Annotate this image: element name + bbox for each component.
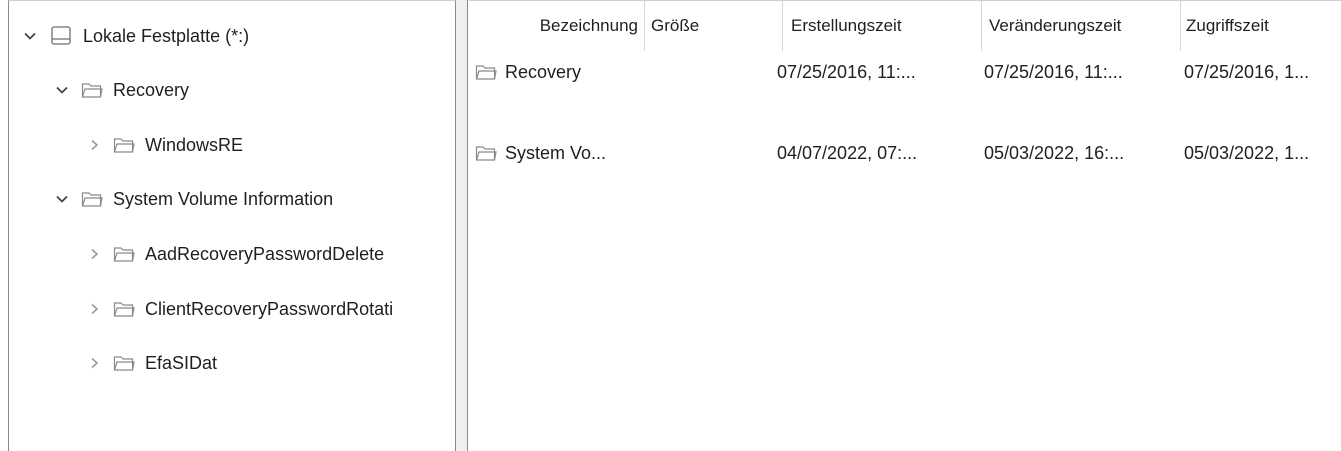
list-cell-modified: 05/03/2022, 16:... [984, 142, 1125, 163]
tree-item-system-volume-information[interactable]: System Volume Information [51, 181, 333, 217]
tree-item-label: WindowsRE [145, 134, 244, 155]
list-cell-accessed: 05/03/2022, 1... [1184, 142, 1310, 163]
tree-item-windowsre[interactable]: WindowsRE [83, 127, 243, 163]
tree-item-efasidat[interactable]: EfaSIDat [83, 345, 217, 381]
list-cell-name: System Vo... [475, 135, 645, 171]
list-cell-size [651, 135, 783, 171]
chevron-right-icon[interactable] [83, 243, 105, 265]
folder-icon [113, 136, 135, 154]
tree-item-clientrecoverypasswordrotation[interactable]: ClientRecoveryPasswordRotati [83, 291, 393, 327]
column-header-label: Bezeichnung [539, 16, 638, 35]
tree-item-label: Lokale Festplatte (*:) [83, 25, 250, 46]
list-item-name: System Vo... [505, 142, 607, 163]
folder-tree-pane[interactable]: Lokale Festplatte (*:) Recovery WindowsR… [8, 0, 456, 451]
tree-item-aadrecoverypassworddelete[interactable]: AadRecoveryPasswordDelete [83, 236, 384, 272]
folder-icon [113, 300, 135, 318]
list-cell-modified: 07/25/2016, 11:... [984, 61, 1123, 82]
folder-icon [113, 354, 135, 372]
column-header-label: Größe [651, 16, 700, 35]
list-cell-created: 04/07/2022, 07:... [777, 142, 918, 163]
chevron-down-icon[interactable] [19, 25, 41, 47]
list-cell-name: Recovery [475, 54, 645, 90]
list-cell-created: 07/25/2016, 11:... [777, 61, 916, 82]
chevron-down-icon[interactable] [51, 188, 73, 210]
folder-icon [81, 190, 103, 208]
chevron-right-icon[interactable] [83, 352, 105, 374]
list-cell-accessed: 07/25/2016, 1... [1184, 61, 1310, 82]
column-header-label: Erstellungszeit [791, 16, 902, 35]
column-header-accessed[interactable]: Zugriffszeit [1181, 1, 1341, 51]
folder-icon [475, 63, 497, 81]
chevron-right-icon[interactable] [83, 134, 105, 156]
folder-icon [475, 144, 497, 162]
list-cell-size [651, 54, 783, 90]
column-header-size[interactable]: Größe [645, 1, 783, 51]
column-header-row: Bezeichnung Größe Erstellungszeit Veränd… [469, 1, 1341, 51]
tree-item-recovery[interactable]: Recovery [51, 72, 189, 108]
tree-item-label: System Volume Information [113, 188, 334, 209]
list-item-name: Recovery [505, 61, 582, 82]
folder-icon [81, 81, 103, 99]
tree-item-label: EfaSIDat [145, 352, 218, 373]
pane-splitter[interactable] [456, 0, 468, 451]
column-header-label: Zugriffszeit [1186, 16, 1269, 35]
folder-icon [113, 245, 135, 263]
file-list-pane[interactable]: Bezeichnung Größe Erstellungszeit Veränd… [469, 0, 1341, 451]
file-browser-window: Lokale Festplatte (*:) Recovery WindowsR… [0, 0, 1341, 451]
tree-item-local-disk[interactable]: Lokale Festplatte (*:) [19, 18, 249, 54]
column-header-created[interactable]: Erstellungszeit [783, 1, 982, 51]
tree-item-label: Recovery [113, 79, 190, 100]
tree-item-label: AadRecoveryPasswordDelete [145, 243, 385, 264]
column-header-modified[interactable]: Veränderungszeit [982, 1, 1181, 51]
chevron-right-icon[interactable] [83, 298, 105, 320]
list-row[interactable]: Recovery 07/25/2016, 11:... 07/25/2016, … [469, 54, 1341, 90]
column-header-label: Veränderungszeit [989, 16, 1122, 35]
column-header-name[interactable]: Bezeichnung [469, 1, 645, 51]
list-row[interactable]: System Vo... 04/07/2022, 07:... 05/03/20… [469, 135, 1341, 171]
drive-icon [49, 25, 73, 47]
chevron-down-icon[interactable] [51, 79, 73, 101]
tree-item-label: ClientRecoveryPasswordRotati [145, 298, 394, 319]
